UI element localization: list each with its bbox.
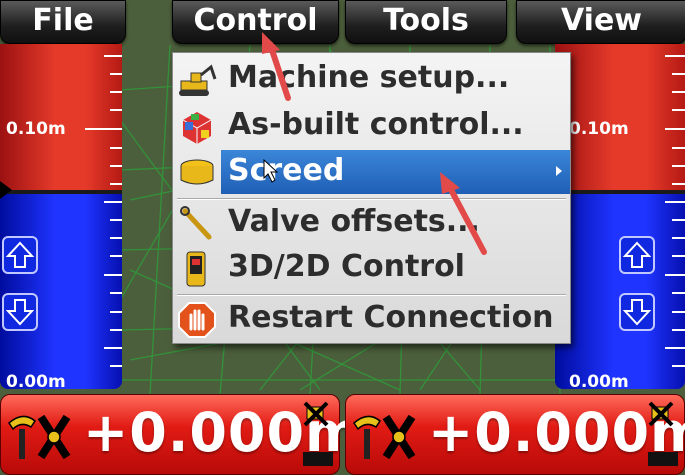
up-arrow-icon: [622, 241, 652, 268]
signal-indicator: [303, 452, 333, 466]
menu-item-label: Valve offsets...: [228, 204, 480, 239]
menu-item-valve-offsets[interactable]: Valve offsets...: [173, 201, 570, 247]
menu-item-as-built-control[interactable]: As-built control...: [173, 104, 570, 150]
lower-button[interactable]: [2, 293, 38, 331]
menu-item-label: Restart Connection: [228, 300, 554, 335]
menu-item-label: Screed: [228, 153, 345, 188]
menu-item-restart-connection[interactable]: Restart Connection: [173, 297, 570, 343]
scale-top-label: 0.10m: [569, 119, 629, 139]
stop-hand-icon: [178, 302, 216, 338]
menu-item-label: As-built control...: [228, 107, 524, 142]
menu-item-machine-setup[interactable]: Machine setup...: [173, 57, 570, 103]
machine-disconnected-icon: [648, 401, 674, 427]
right-elevation-status[interactable]: +0.000m: [345, 394, 685, 475]
sensor-disconnected-icon: [8, 414, 71, 460]
menu-item-screed[interactable]: Screed: [173, 150, 570, 196]
colored-cube-icon: [182, 112, 212, 144]
left-elevation-scale: 0.10m 0.00m: [0, 44, 122, 389]
grade-pointer-icon: [0, 181, 12, 199]
menu-separator: [177, 198, 566, 200]
menu-tools[interactable]: Tools: [345, 0, 507, 44]
control-box-icon: [186, 251, 206, 287]
up-arrow-icon: [5, 241, 35, 268]
valve-wrench-icon: [180, 206, 212, 240]
right-elevation-scale: 0.10m 0.00m: [555, 44, 685, 389]
menu-item-label: 3D/2D Control: [228, 249, 465, 284]
menu-separator: [177, 294, 566, 296]
scale-bottom-label: 0.00m: [6, 372, 66, 389]
lower-button[interactable]: [619, 293, 655, 331]
machine-disconnected-icon: [303, 401, 329, 427]
raise-button[interactable]: [2, 236, 38, 274]
scale-bottom-label: 0.00m: [569, 372, 629, 389]
menu-view[interactable]: View: [516, 0, 685, 44]
submenu-arrow-icon: [556, 166, 562, 176]
control-dropdown-menu: Machine setup... As-built control... Scr…: [172, 52, 571, 344]
excavator-icon: [179, 64, 217, 96]
menu-control[interactable]: Control: [172, 0, 339, 44]
menu-item-label: Machine setup...: [228, 60, 510, 95]
menu-file[interactable]: File: [0, 0, 126, 44]
scale-ticks: [85, 55, 122, 367]
down-arrow-icon: [5, 299, 35, 326]
scale-top-label: 0.10m: [6, 119, 66, 139]
screed-icon: [180, 159, 214, 185]
left-elevation-status[interactable]: +0.000m: [0, 394, 361, 475]
raise-button[interactable]: [619, 236, 655, 274]
menu-item-3d2d-control[interactable]: 3D/2D Control: [173, 246, 570, 292]
signal-indicator: [648, 452, 678, 466]
scale-ticks: [665, 55, 685, 367]
sensor-disconnected-icon: [353, 414, 416, 460]
down-arrow-icon: [622, 299, 652, 326]
